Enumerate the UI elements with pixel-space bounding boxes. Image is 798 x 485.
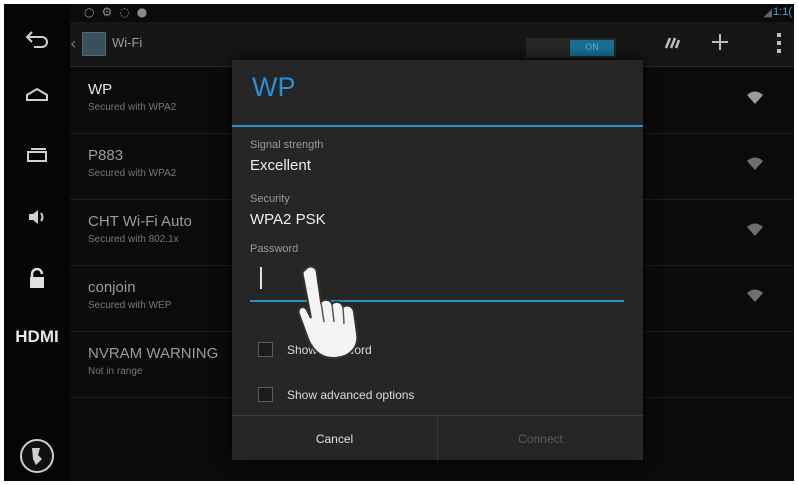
wps-icon[interactable] — [662, 32, 682, 57]
volume-icon[interactable] — [4, 202, 70, 232]
wifi-connect-dialog: WP Signal strength Excellent Security WP… — [232, 60, 643, 461]
signal-strength-label: Signal strength — [250, 139, 324, 151]
network-security: Secured with WEP — [88, 300, 172, 311]
settings-notification-icon: ⚙ — [101, 5, 113, 19]
signal-strength-value: Excellent — [250, 157, 311, 174]
network-security: Secured with WPA2 — [88, 168, 177, 179]
wifi-signal-icon — [747, 223, 763, 236]
show-password-checkbox[interactable] — [258, 342, 273, 357]
wifi-signal-icon — [747, 91, 763, 104]
advanced-options-checkbox[interactable] — [258, 387, 273, 402]
power-button-icon[interactable] — [4, 436, 70, 476]
security-label: Security — [250, 193, 290, 205]
up-caret-icon[interactable]: ‹ — [70, 34, 76, 53]
wifi-signal-icon — [747, 289, 763, 302]
recent-apps-icon[interactable] — [4, 140, 70, 170]
title-divider — [232, 125, 643, 127]
wifi-settings-app-icon — [82, 32, 106, 56]
back-icon[interactable] — [4, 24, 70, 54]
security-value: WPA2 PSK — [250, 211, 326, 228]
network-name: CHT Wi-Fi Auto — [88, 213, 192, 230]
signal-bars-icon: ◢ — [763, 6, 772, 19]
network-name: P883 — [88, 147, 124, 164]
advanced-options-row[interactable]: Show advanced options — [258, 387, 414, 402]
home-icon[interactable] — [4, 80, 70, 110]
network-name: NVRAM WARNING — [88, 345, 219, 362]
network-name: WP — [88, 81, 113, 98]
dialog-title: WP — [252, 72, 296, 102]
password-label: Password — [250, 243, 299, 255]
advanced-options-label: Show advanced options — [287, 387, 415, 402]
cancel-button[interactable]: Cancel — [232, 416, 437, 461]
network-security: Secured with 802.1x — [88, 234, 179, 245]
wifi-toggle[interactable]: ON — [526, 38, 616, 58]
network-security: Secured with WPA2 — [88, 102, 177, 113]
android-notification-icon: ● — [136, 5, 148, 19]
status-clock: 1:1( — [773, 6, 792, 18]
page-title: Wi-Fi — [112, 35, 143, 50]
hdmi-label[interactable]: HDMI — [4, 322, 70, 352]
add-network-icon[interactable] — [710, 32, 730, 57]
wifi-signal-icon — [747, 157, 763, 170]
nav-rail: HDMI — [4, 4, 70, 481]
pointing-hand-icon — [297, 265, 359, 360]
wifi-toggle-on: ON — [570, 40, 614, 56]
network-name: conjoin — [88, 279, 136, 296]
notification-circle-icon: ○ — [84, 5, 95, 19]
status-bar: ○ ⚙ ◌ ● ◢ 1:1( — [70, 4, 794, 22]
overflow-menu-icon[interactable] — [776, 32, 782, 59]
connect-button[interactable]: Connect — [438, 416, 643, 461]
wifi-notification-icon: ◌ — [119, 5, 130, 19]
text-cursor — [260, 267, 262, 289]
network-security: Not in range — [88, 366, 143, 377]
unlock-icon[interactable] — [4, 264, 70, 294]
dialog-button-bar: Cancel Connect — [232, 415, 643, 461]
android-screen: HDMI ○ ⚙ ◌ ● ◢ 1:1( ‹ Wi-Fi ON WP Secure… — [4, 4, 794, 481]
